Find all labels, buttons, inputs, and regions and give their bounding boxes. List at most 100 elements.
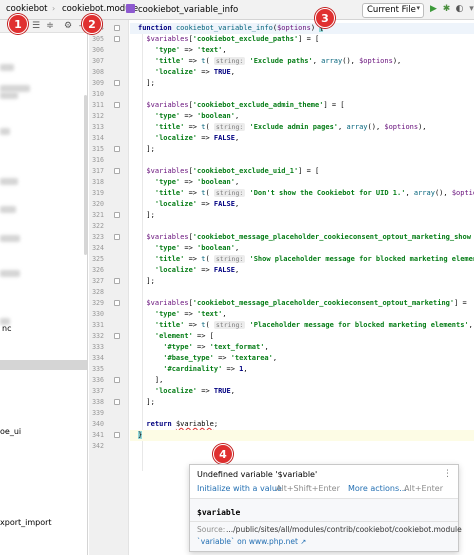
- fold-marker-icon[interactable]: [114, 300, 120, 306]
- code-line[interactable]: 'type' => 'boolean',: [130, 177, 474, 188]
- code-line[interactable]: 'title' => t( string: 'Exclude paths', a…: [130, 56, 474, 67]
- code-line[interactable]: [130, 89, 474, 100]
- code-line[interactable]: 'title' => t( string: 'Show placeholder …: [130, 254, 474, 265]
- code-token: ];: [138, 79, 155, 87]
- code-line[interactable]: [130, 441, 474, 452]
- code-line[interactable]: 'localize' => TRUE,: [130, 386, 474, 397]
- gear-icon[interactable]: ⚙: [63, 21, 73, 31]
- code-token: 'text': [197, 46, 223, 54]
- project-scrollbar[interactable]: [84, 95, 87, 255]
- tree-item[interactable]: oe_ui: [0, 427, 21, 436]
- undefined-variable-token: $variable: [175, 420, 214, 428]
- code-token: =>: [180, 112, 198, 120]
- code-line[interactable]: $variables['cookiebot_message_placeholde…: [130, 232, 474, 243]
- code-token: =>: [180, 178, 198, 186]
- line-number: 327: [92, 277, 104, 285]
- code-line[interactable]: return $variable;: [130, 419, 474, 430]
- code-line[interactable]: '#base_type' => 'textarea',: [130, 353, 474, 364]
- code-line[interactable]: 'type' => 'boolean',: [130, 111, 474, 122]
- blurred-tree-item: [0, 128, 10, 135]
- code-line[interactable]: $variables['cookiebot_exclude_uid_1'] = …: [130, 166, 474, 177]
- code-line[interactable]: $variables['cookiebot_exclude_admin_them…: [130, 100, 474, 111]
- code-token: (: [205, 189, 214, 197]
- code-line[interactable]: ];: [130, 78, 474, 89]
- tree-item-selected[interactable]: [0, 360, 87, 370]
- chevron-down-icon: ▾: [416, 4, 420, 12]
- code-token: 'boolean': [197, 244, 235, 252]
- code-token: 'Placeholder message for blocked marketi…: [245, 321, 469, 329]
- code-line[interactable]: }: [130, 430, 474, 441]
- debug-icon[interactable]: ✱: [441, 4, 452, 15]
- code-line[interactable]: [130, 287, 474, 298]
- breadcrumb-function[interactable]: cookiebot_variable_info: [126, 4, 238, 15]
- coverage-icon[interactable]: ◐: [454, 4, 465, 15]
- breadcrumb-separator-icon: ›: [52, 4, 56, 13]
- fold-marker-icon[interactable]: [114, 212, 120, 218]
- code-token: ,: [243, 365, 248, 373]
- code-line[interactable]: function cookiebot_variable_info($option…: [130, 23, 474, 34]
- tree-item[interactable]: xport_import: [0, 518, 52, 527]
- run-icon[interactable]: ▶: [428, 4, 439, 15]
- code-line[interactable]: 'title' => t( string: 'Placeholder messa…: [130, 320, 474, 331]
- kebab-menu-icon[interactable]: ⋮: [443, 469, 452, 479]
- fold-marker-icon[interactable]: [114, 36, 120, 42]
- code-token: =>: [184, 123, 202, 131]
- code-line[interactable]: ];: [130, 144, 474, 155]
- code-line[interactable]: ];: [130, 276, 474, 287]
- code-line[interactable]: '#type' => 'text_format',: [130, 342, 474, 353]
- line-number: 325: [92, 255, 104, 263]
- code-line[interactable]: [130, 408, 474, 419]
- code-line[interactable]: ],: [130, 375, 474, 386]
- fold-marker-icon[interactable]: [114, 146, 120, 152]
- fold-marker-icon[interactable]: [114, 102, 120, 108]
- code-token: =>: [184, 57, 202, 65]
- code-token: (: [205, 123, 214, 131]
- expand-all-icon[interactable]: ≑: [45, 21, 55, 31]
- fold-marker-icon[interactable]: [114, 278, 120, 284]
- code-line[interactable]: $variables['cookiebot_message_placeholde…: [130, 298, 474, 309]
- php-net-link-label: `variable` on www.php.net: [197, 537, 298, 546]
- quick-fix-link[interactable]: Initialize with a value: [197, 484, 282, 493]
- fold-marker-icon[interactable]: [114, 80, 120, 86]
- code-line[interactable]: 'localize' => FALSE,: [130, 199, 474, 210]
- more-icon[interactable]: ▾: [466, 4, 474, 15]
- code-line[interactable]: 'type' => 'text',: [130, 309, 474, 320]
- breadcrumb-project[interactable]: cookiebot: [6, 4, 48, 14]
- code-token: ,: [222, 310, 227, 318]
- code-line[interactable]: 'localize' => FALSE,: [130, 265, 474, 276]
- code-token: => [: [192, 332, 214, 340]
- tree-item[interactable]: nc: [2, 324, 11, 333]
- fold-marker-icon[interactable]: [114, 168, 120, 174]
- code-line[interactable]: [130, 155, 474, 166]
- more-actions-link[interactable]: More actions...: [348, 484, 407, 493]
- code-line[interactable]: 'title' => t( string: 'Don't show the Co…: [130, 188, 474, 199]
- code-line[interactable]: [130, 221, 474, 232]
- code-token: FALSE: [213, 200, 235, 208]
- code-line[interactable]: $variables['cookiebot_exclude_paths'] = …: [130, 34, 474, 45]
- code-line[interactable]: ];: [130, 210, 474, 221]
- fold-marker-icon[interactable]: [114, 333, 120, 339]
- fold-marker-icon[interactable]: [114, 234, 120, 240]
- fold-marker-icon[interactable]: [114, 25, 120, 31]
- doc-variable-name: $variable: [197, 508, 241, 517]
- code-token: (: [205, 255, 214, 263]
- code-line[interactable]: 'type' => 'text',: [130, 45, 474, 56]
- code-line[interactable]: '#cardinality' => 1,: [130, 364, 474, 375]
- code-line[interactable]: 'element' => [: [130, 331, 474, 342]
- code-line[interactable]: 'title' => t( string: 'Exclude admin pag…: [130, 122, 474, 133]
- fold-marker-icon[interactable]: [114, 399, 120, 405]
- collapse-all-icon[interactable]: ☰: [31, 21, 41, 31]
- code-line[interactable]: 'localize' => FALSE,: [130, 133, 474, 144]
- code-token: 'title': [138, 255, 185, 263]
- php-net-link[interactable]: `variable` on www.php.net ↗: [197, 537, 306, 546]
- code-line[interactable]: 'localize' => TRUE,: [130, 67, 474, 78]
- code-line[interactable]: 'type' => 'boolean',: [130, 243, 474, 254]
- code-line[interactable]: ];: [130, 397, 474, 408]
- fold-marker-icon[interactable]: [114, 377, 120, 383]
- code-token: ,: [405, 189, 414, 197]
- line-number: 342: [92, 442, 104, 450]
- code-token: =>: [213, 354, 231, 362]
- run-configuration-select[interactable]: Current File ▾: [362, 3, 424, 18]
- fold-marker-icon[interactable]: [114, 432, 120, 438]
- code-token: =>: [180, 310, 198, 318]
